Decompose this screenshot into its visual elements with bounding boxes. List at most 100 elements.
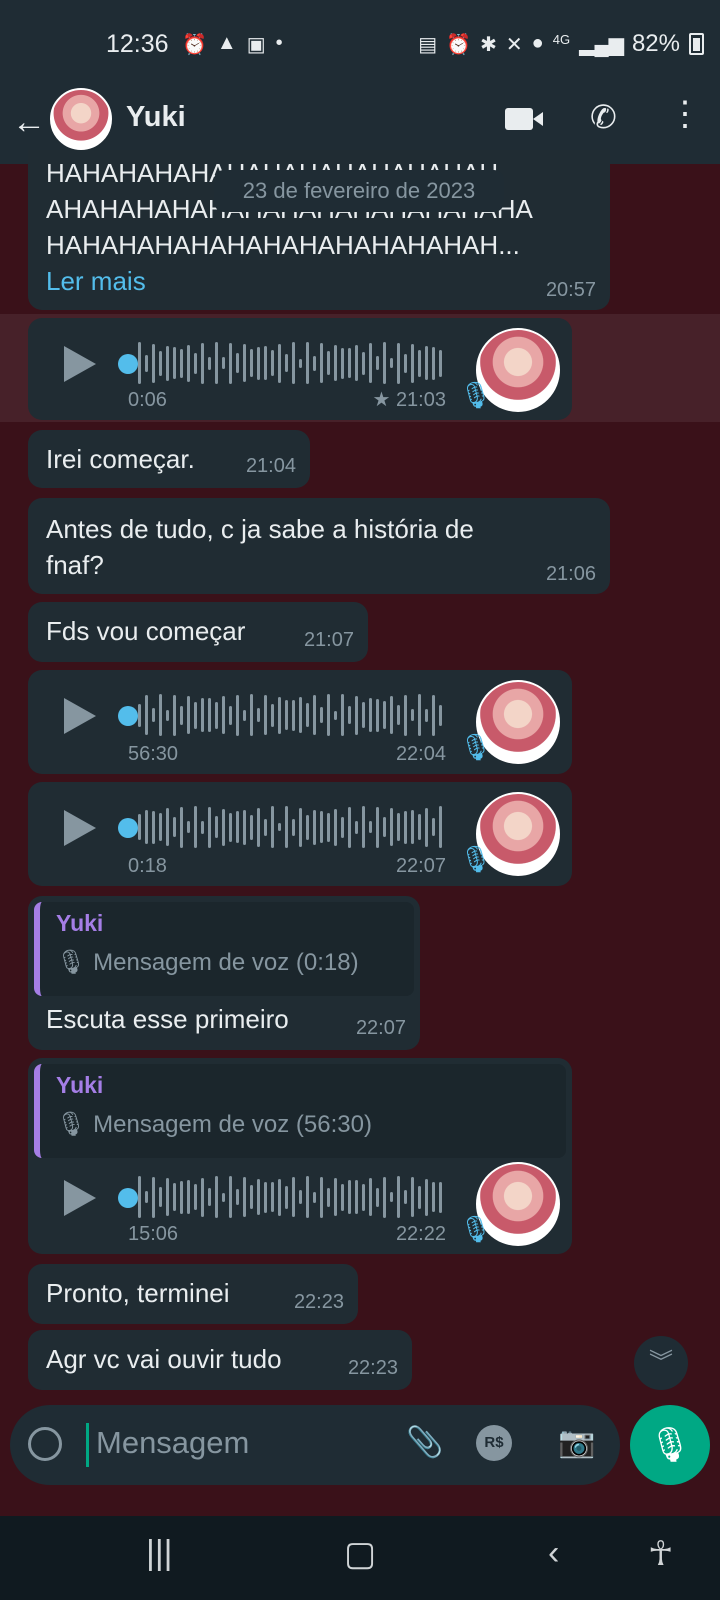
- contact-name[interactable]: Yuki: [126, 101, 186, 134]
- waveform-bar: [194, 701, 197, 729]
- waveform-bar: [145, 810, 148, 844]
- scroll-down-icon[interactable]: ︾: [634, 1336, 688, 1390]
- waveform-bar: [152, 810, 155, 844]
- waveform-bar: [327, 1187, 330, 1207]
- alarm-icon: ⏰: [182, 34, 207, 56]
- video-call-icon[interactable]: [505, 108, 543, 130]
- waveform-bar: [369, 343, 372, 383]
- waveform-bar: [362, 806, 365, 848]
- waveform-bar: [173, 817, 176, 837]
- message-text-line: fnaf?: [46, 550, 104, 580]
- waveform-bar: [187, 344, 190, 382]
- waveform-bar: [418, 1185, 421, 1209]
- waveform-bar: [334, 1178, 337, 1216]
- waveform-bar: [376, 356, 379, 370]
- play-icon[interactable]: [64, 698, 96, 734]
- home-icon[interactable]: ▢: [344, 1534, 376, 1574]
- waveform-bar: [327, 694, 330, 736]
- message-bubble[interactable]: Pronto, terminei 22:23: [28, 1264, 358, 1324]
- waveform-bar: [313, 809, 316, 845]
- play-icon[interactable]: [64, 810, 96, 846]
- waveform-bar: [369, 698, 372, 732]
- waveform-bar: [236, 353, 239, 373]
- phone-call-icon[interactable]: ✆: [590, 98, 617, 136]
- back-arrow-icon[interactable]: ←: [12, 102, 52, 142]
- seek-handle[interactable]: [118, 1188, 138, 1208]
- voice-message[interactable]: 0:06 ★ 21:03 🎙: [28, 318, 572, 420]
- waveform-bar: [348, 348, 351, 378]
- quoted-text: 🎙 Mensagem de voz (0:18): [56, 949, 359, 976]
- mic-small-icon: 🎙: [56, 949, 94, 976]
- waveform-bar: [439, 1181, 442, 1213]
- waveform-bar: [264, 818, 267, 836]
- waveform-bar: [306, 703, 309, 727]
- waveform-bar: [355, 1180, 358, 1214]
- reply-voice-message[interactable]: Yuki 🎙 Mensagem de voz (56:30) 15:06 22:…: [28, 1058, 572, 1254]
- back-icon[interactable]: ‹: [548, 1534, 559, 1573]
- seek-handle[interactable]: [118, 818, 138, 838]
- message-bubble[interactable]: Agr vc vai ouvir tudo 22:23: [28, 1330, 412, 1390]
- waveform-bar: [250, 814, 253, 840]
- voice-record-button[interactable]: 🎙: [630, 1405, 710, 1485]
- waveform-bar: [159, 813, 162, 841]
- waveform-bar: [348, 1180, 351, 1214]
- more-options-icon[interactable]: ⋮: [668, 94, 702, 134]
- waveform-bar: [257, 346, 260, 380]
- waveform-bar: [215, 701, 218, 729]
- voice-message[interactable]: 0:18 22:07 🎙: [28, 782, 572, 886]
- waveform-bar: [166, 808, 169, 846]
- waveform-bar: [138, 814, 141, 840]
- message-input[interactable]: Mensagem: [96, 1425, 249, 1461]
- quoted-message[interactable]: Yuki 🎙 Mensagem de voz (56:30): [34, 1064, 566, 1158]
- emoji-icon[interactable]: [28, 1427, 62, 1461]
- voice-message[interactable]: 56:30 22:04 🎙: [28, 670, 572, 774]
- seek-handle[interactable]: [118, 354, 138, 374]
- waveform-bar: [306, 814, 309, 840]
- mic-icon: 🎙: [458, 380, 492, 410]
- waveform-bar: [425, 807, 428, 847]
- status-left-icons: ⏰ ▲ ▣ •: [182, 32, 283, 57]
- attach-icon[interactable]: 📎: [406, 1425, 443, 1460]
- waveform-bar: [439, 704, 442, 726]
- waveform[interactable]: [138, 340, 448, 386]
- read-more-link[interactable]: Ler mais: [46, 266, 146, 297]
- waveform-bar: [285, 1185, 288, 1209]
- quoted-message[interactable]: Yuki 🎙 Mensagem de voz (0:18): [34, 902, 414, 996]
- battery-level: 82%: [631, 30, 680, 57]
- waveform-bar: [264, 346, 267, 380]
- waveform-bar: [383, 342, 386, 384]
- waveform-bar: [278, 1178, 281, 1216]
- seek-handle[interactable]: [118, 706, 138, 726]
- message-bubble[interactable]: Irei começar. 21:04: [28, 430, 310, 488]
- waveform[interactable]: [138, 1174, 448, 1220]
- message-input-bar: Mensagem 📎 R$ 📷: [10, 1405, 620, 1485]
- nav-icon: ▲: [216, 32, 237, 54]
- waveform-bar: [271, 350, 274, 376]
- payment-icon[interactable]: R$: [476, 1425, 512, 1461]
- alarm-icon: ⏰: [446, 34, 472, 56]
- waveform-bar: [432, 346, 435, 380]
- status-bar: 12:36 ⏰ ▲ ▣ • ▤ ⏰ ✱ ✕ ● 4G ▂▄▆ 82%: [0, 0, 720, 88]
- accessibility-icon[interactable]: ☥: [648, 1534, 673, 1574]
- waveform-bar: [271, 806, 274, 848]
- message-bubble[interactable]: Antes de tudo, c ja sabe a história de f…: [28, 498, 610, 594]
- camera-icon[interactable]: 📷: [558, 1425, 595, 1460]
- waveform-bar: [292, 699, 295, 731]
- waveform-bar: [341, 816, 344, 838]
- waveform-bar: [362, 351, 365, 375]
- play-icon[interactable]: [64, 346, 96, 382]
- play-icon[interactable]: [64, 1180, 96, 1216]
- waveform-bar: [306, 342, 309, 384]
- waveform-bar: [222, 357, 225, 369]
- waveform[interactable]: [138, 692, 448, 738]
- recents-icon[interactable]: |||: [146, 1534, 173, 1573]
- waveform-bar: [194, 352, 197, 374]
- contact-avatar[interactable]: [50, 88, 112, 150]
- waveform-bar: [432, 818, 435, 836]
- message-bubble[interactable]: Fds vou começar 21:07: [28, 602, 368, 662]
- waveform[interactable]: [138, 804, 448, 850]
- message-text: Escuta esse primeiro: [46, 1004, 289, 1034]
- reply-message[interactable]: Yuki 🎙 Mensagem de voz (0:18) Escuta ess…: [28, 896, 420, 1050]
- waveform-bar: [257, 807, 260, 847]
- waveform-bar: [376, 698, 379, 732]
